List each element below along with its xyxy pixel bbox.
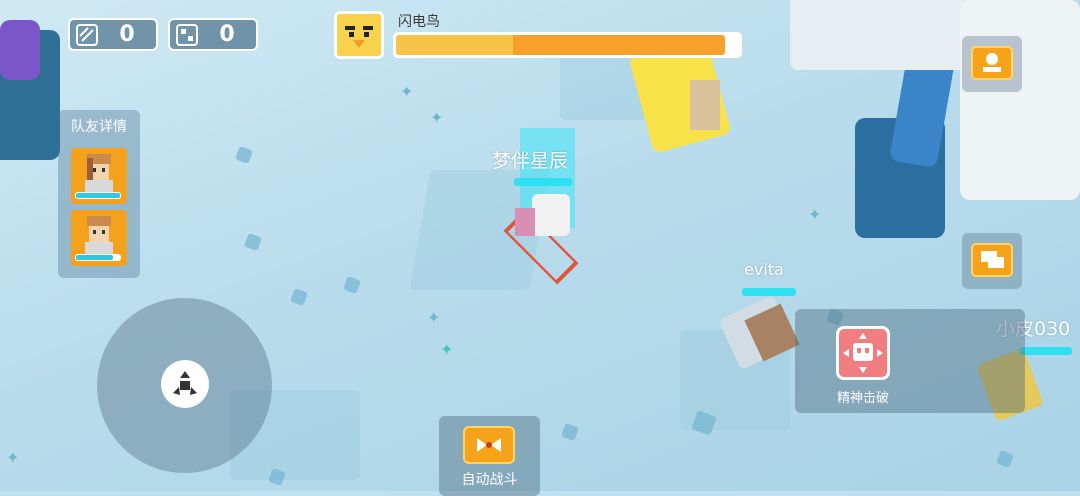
auto-battle-button[interactable] xyxy=(463,426,515,464)
ice-crystal xyxy=(343,276,361,294)
player-character xyxy=(532,194,570,236)
ice-crystal xyxy=(996,450,1014,468)
member-hp-fill xyxy=(76,193,120,198)
piece-icon xyxy=(176,23,198,46)
emote-button[interactable] xyxy=(962,36,1022,92)
skill-icon xyxy=(843,333,883,373)
player-name: 梦伴星辰 xyxy=(492,150,569,172)
boss-health-highlight xyxy=(396,35,513,55)
player-hp-bar xyxy=(514,178,572,186)
sparkle-icon: ✦ xyxy=(430,108,444,127)
counter-value: 0 xyxy=(119,22,135,47)
joystick-arrows-icon xyxy=(173,371,197,395)
purple-block xyxy=(0,20,40,80)
chat-button[interactable] xyxy=(962,233,1022,289)
boss-health-bar xyxy=(393,32,742,58)
ice-crystal xyxy=(561,423,579,441)
member-hp-fill xyxy=(76,255,113,260)
sparkle-icon: ✦ xyxy=(400,82,414,101)
member-hp-bar xyxy=(75,192,121,199)
boss-name: 闪电鸟 xyxy=(398,14,440,30)
score-counter-left: 0 xyxy=(68,18,158,51)
boss-face-icon xyxy=(337,14,381,56)
team-member[interactable] xyxy=(71,148,127,204)
ally-name: evita xyxy=(744,260,784,279)
ice-crystal xyxy=(290,288,308,306)
sparkle-icon: ✦ xyxy=(6,448,20,467)
counter-value: 0 xyxy=(219,22,235,47)
chat-icon xyxy=(971,243,1013,277)
snow-wall xyxy=(790,0,980,70)
emote-icon xyxy=(971,46,1013,80)
boss-beak xyxy=(690,80,720,130)
sparkle-icon: ✦ xyxy=(440,340,454,359)
ally-hp-bar xyxy=(1020,347,1072,355)
sparkle-icon: ✦ xyxy=(808,205,822,224)
snow-wall xyxy=(960,0,1080,200)
boss-portrait xyxy=(334,11,384,59)
psychic-skill-button[interactable] xyxy=(836,326,890,380)
auto-battle-icon xyxy=(477,438,501,452)
ice-crystal xyxy=(244,233,262,251)
sparkle-icon: ✦ xyxy=(427,308,441,327)
pencil-slash-icon xyxy=(76,23,98,46)
ally-hp-bar xyxy=(742,288,796,296)
team-panel[interactable]: 队友详情 xyxy=(58,110,140,278)
player-companion xyxy=(515,208,535,236)
member-hp-bar xyxy=(75,254,121,261)
score-counter-right: 0 xyxy=(168,18,258,51)
team-member[interactable] xyxy=(71,210,127,266)
team-panel-title: 队友详情 xyxy=(71,119,127,135)
skill-label: 精神击破 xyxy=(836,391,889,406)
auto-battle-label: 自动战斗 xyxy=(461,472,518,488)
joystick-knob[interactable] xyxy=(161,360,209,408)
ice-crystal xyxy=(235,146,253,164)
